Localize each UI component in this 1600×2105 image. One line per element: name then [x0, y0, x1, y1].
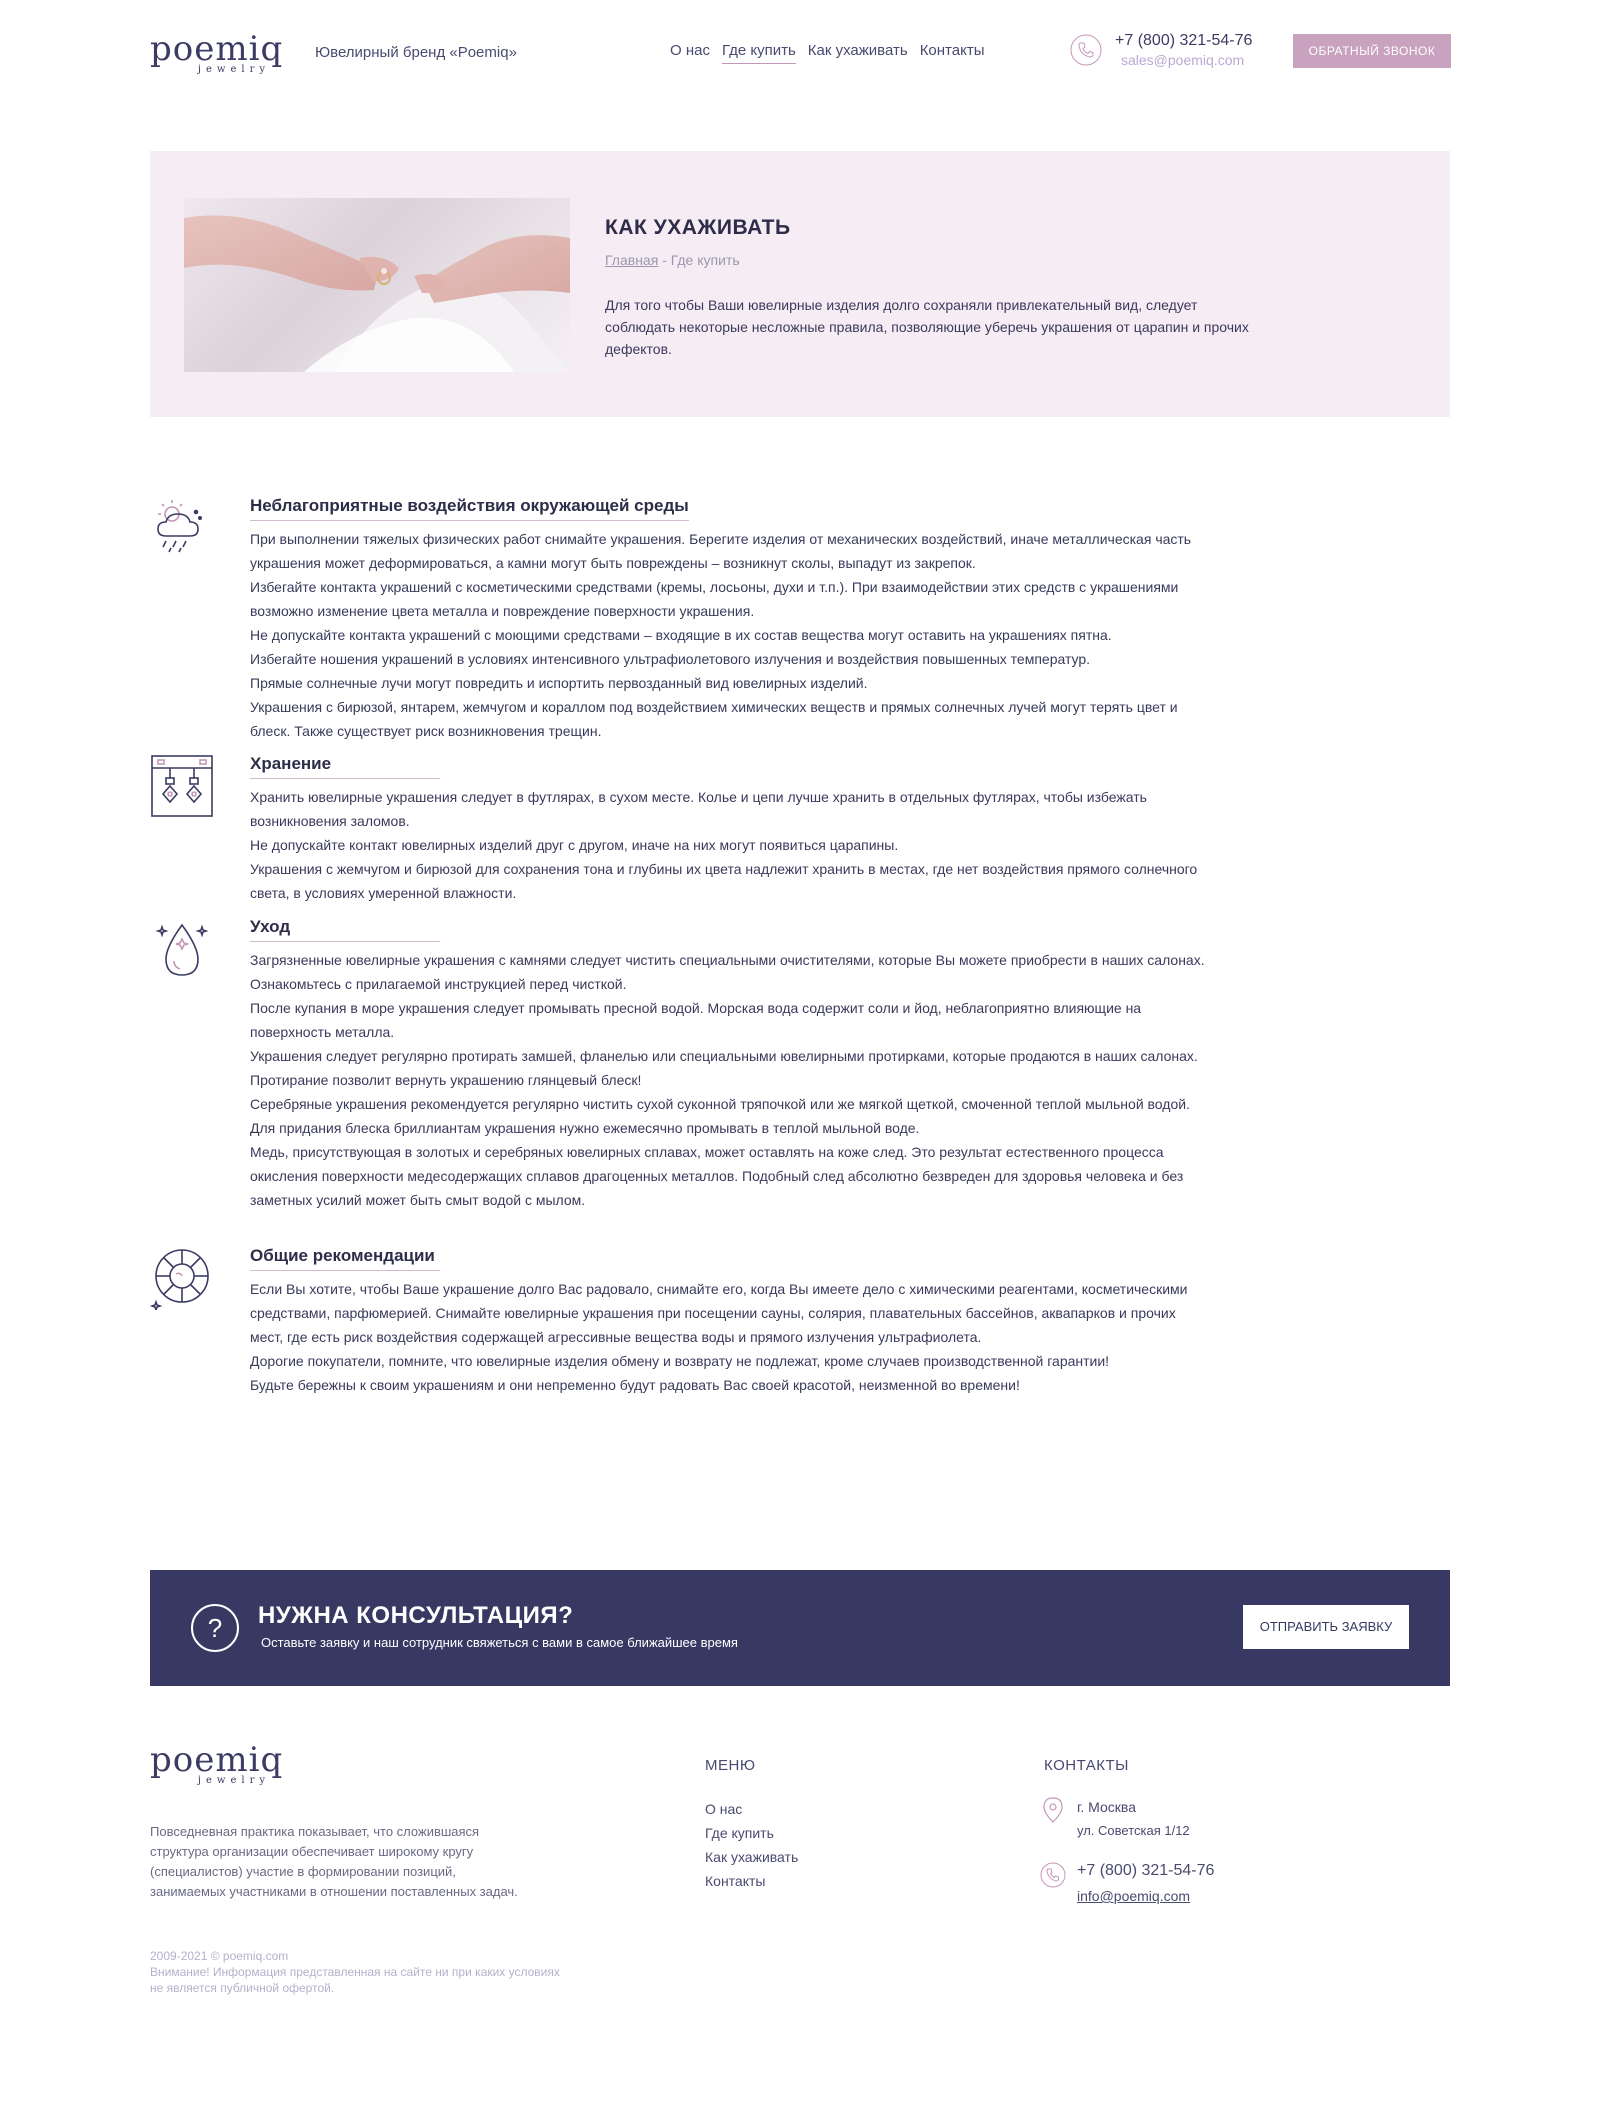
nav-where-to-buy[interactable]: Где купить: [721, 42, 796, 64]
section-title: Уход: [250, 917, 440, 942]
hero-intro-text: Для того чтобы Ваши ювелирные изделия до…: [605, 297, 1249, 357]
paragraph: Дорогие покупатели, помните, что ювелирн…: [250, 1353, 1110, 1369]
section-title: Неблагоприятные воздействия окружающей с…: [250, 496, 689, 521]
footer-phone[interactable]: +7 (800) 321-54-76: [1077, 1862, 1214, 1880]
paragraph: Если Вы хотите, чтобы Ваше украшение дол…: [250, 1281, 1188, 1345]
header-phone[interactable]: +7 (800) 321-54-76: [1115, 32, 1252, 50]
section-body: Если Вы хотите, чтобы Ваше украшение дол…: [250, 1277, 1210, 1397]
paragraph: Загрязненные ювелирные украшения с камня…: [250, 952, 1205, 992]
footer-link-about[interactable]: О нас: [705, 1797, 798, 1821]
paragraph: Украшения следует регулярно протирать за…: [250, 1048, 1198, 1088]
header-email[interactable]: sales@poemiq.com: [1121, 52, 1244, 68]
logo[interactable]: poemiq jewelry: [150, 29, 284, 78]
hero-banner: КАК УХАЖИВАТЬ Главная - Где купить Для т…: [150, 151, 1450, 417]
footer-logo[interactable]: poemiq jewelry: [150, 1740, 284, 1789]
svg-text:?: ?: [208, 1613, 222, 1643]
callback-button[interactable]: ОБРАТНЫЙ ЗВОНОК: [1293, 34, 1451, 68]
jewelry-box-icon: [151, 755, 213, 817]
site-header: poemiq jewelry Ювелирный бренд «Poemiq» …: [150, 29, 1451, 80]
copyright: 2009-2021 © poemiq.com: [150, 1949, 289, 1963]
breadcrumb-current: - Где купить: [662, 252, 740, 268]
paragraph: Медь, присутствующая в золотых и серебря…: [250, 1144, 1184, 1208]
paragraph: Избегайте контакта украшений с косметиче…: [250, 579, 1179, 619]
paragraph: Украшения с жемчугом и бирюзой для сохра…: [250, 861, 1198, 901]
main-nav: О нас Где купить Как ухаживать Контакты: [670, 42, 984, 64]
breadcrumb-home-link[interactable]: Главная: [605, 252, 658, 268]
paragraph: Не допускайте контакта украшений с моющи…: [250, 627, 1112, 643]
section-title: Общие рекомендации: [250, 1246, 440, 1271]
section-body: Загрязненные ювелирные украшения с камня…: [250, 948, 1210, 1212]
disclaimer: Внимание! Информация представленная на с…: [150, 1965, 560, 1995]
nav-contacts[interactable]: Контакты: [920, 42, 985, 64]
send-request-button[interactable]: ОТПРАВИТЬ ЗАЯВКУ: [1243, 1605, 1409, 1649]
footer-contacts-heading: КОНТАКТЫ: [1044, 1757, 1129, 1774]
paragraph: Серебряные украшения рекомендуется регул…: [250, 1096, 1190, 1112]
paragraph: После купания в море украшения следует п…: [250, 1000, 1142, 1040]
footer-link-contacts[interactable]: Контакты: [705, 1869, 798, 1893]
footer-email[interactable]: info@poemiq.com: [1077, 1888, 1190, 1904]
phone-icon: [1070, 34, 1102, 66]
footer-description: Повседневная практика показывает, что сл…: [150, 1824, 518, 1899]
footer-link-where-to-buy[interactable]: Где купить: [705, 1821, 798, 1845]
logo-word: poemiq: [150, 29, 284, 69]
nav-care[interactable]: Как ухаживать: [808, 42, 908, 64]
location-pin-icon: [1043, 1797, 1063, 1823]
page-title: КАК УХАЖИВАТЬ: [605, 216, 791, 239]
footer-menu: О нас Где купить Как ухаживать Контакты: [705, 1797, 798, 1893]
section-body: Хранить ювелирные украшения следует в фу…: [250, 785, 1210, 905]
address-city: г. Москва: [1077, 1799, 1136, 1815]
address-street: ул. Советская 1/12: [1077, 1823, 1190, 1838]
paragraph: Избегайте ношения украшений в условиях и…: [250, 651, 1091, 667]
paragraph: Хранить ювелирные украшения следует в фу…: [250, 789, 1147, 829]
consultation-title: НУЖНА КОНСУЛЬТАЦИЯ?: [258, 1602, 574, 1629]
paragraph: При выполнении тяжелых физических работ …: [250, 531, 1192, 571]
brand-tagline: Ювелирный бренд «Poemiq»: [315, 44, 517, 61]
question-icon: ?: [191, 1604, 239, 1652]
paragraph: Прямые солнечные лучи могут повредить и …: [250, 675, 868, 691]
phone-icon: [1040, 1862, 1066, 1888]
consultation-banner: ? НУЖНА КОНСУЛЬТАЦИЯ? Оставьте заявку и …: [150, 1570, 1450, 1686]
section-title: Хранение: [250, 754, 440, 779]
gem-icon: [150, 1249, 209, 1310]
footer-link-care[interactable]: Как ухаживать: [705, 1845, 798, 1869]
paragraph: Для придания блеска бриллиантам украшени…: [250, 1120, 920, 1136]
consultation-subtitle: Оставьте заявку и наш сотрудник свяжетьс…: [261, 1635, 738, 1650]
paragraph: Не допускайте контакт ювелирных изделий …: [250, 837, 899, 853]
section-body: При выполнении тяжелых физических работ …: [250, 527, 1210, 743]
logo-word: poemiq: [150, 1740, 284, 1780]
paragraph: Будьте бережны к своим украшениям и они …: [250, 1377, 1020, 1393]
paragraph: Украшения с бирюзой, янтарем, жемчугом и…: [250, 699, 1178, 739]
footer-legal: 2009-2021 © poemiq.com Внимание! Информа…: [150, 1948, 570, 1996]
weather-icon: [157, 500, 202, 553]
hero-image: [184, 198, 570, 372]
hands-cloth-illustration: [184, 215, 570, 372]
breadcrumb: Главная - Где купить: [605, 252, 740, 268]
footer-menu-heading: МЕНЮ: [705, 1757, 756, 1774]
nav-about[interactable]: О нас: [670, 42, 710, 64]
water-drop-icon: [155, 923, 209, 976]
